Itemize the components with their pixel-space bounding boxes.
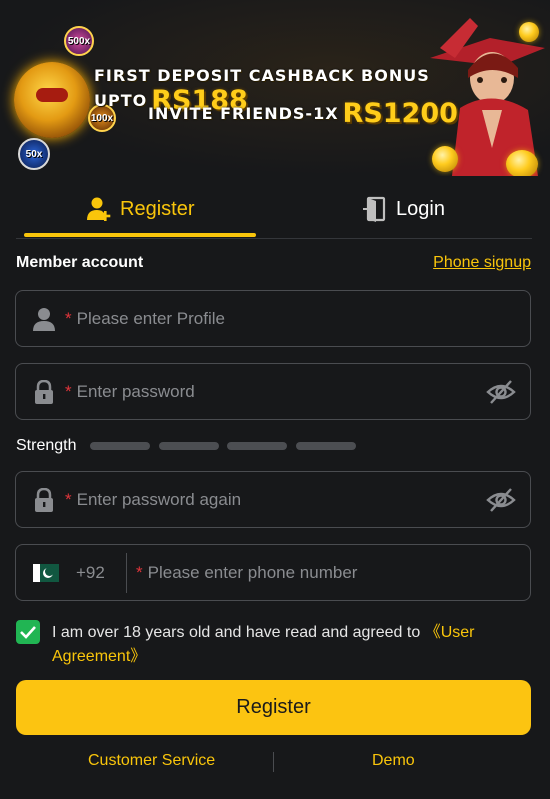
tab-login-label: Login (396, 197, 445, 220)
profile-placeholder-text: Please enter Profile (76, 309, 225, 328)
eye-off-icon[interactable] (486, 487, 516, 513)
golden-mask-image (14, 62, 90, 138)
password-placeholder: * Enter password (65, 382, 195, 402)
multiplier-chip-500: 500x (64, 26, 94, 56)
register-button[interactable]: Register (16, 680, 531, 735)
phone-signup-link[interactable]: Phone signup (433, 254, 531, 272)
required-mark: * (65, 490, 72, 509)
required-mark: * (65, 309, 72, 328)
lock-icon (35, 380, 53, 404)
lock-icon (35, 488, 53, 512)
strength-label: Strength (16, 437, 77, 454)
password-placeholder-text: Enter password (76, 382, 195, 401)
login-door-icon (363, 196, 386, 222)
checkmark-icon (20, 626, 36, 639)
dial-code-selector[interactable]: +92 (76, 563, 105, 583)
section-title: Member account (16, 254, 144, 271)
multiplier-chip-50: 50x (18, 138, 50, 170)
agreement-statement: I am over 18 years old and have read and… (52, 624, 425, 641)
gold-coin-icon (519, 22, 539, 42)
strength-segment (90, 442, 150, 450)
strength-segment (296, 442, 356, 450)
demo-link[interactable]: Demo (372, 752, 415, 770)
phone-placeholder: * Please enter phone number (136, 563, 357, 583)
tab-register[interactable]: Register (86, 183, 194, 235)
user-icon (33, 308, 55, 331)
profile-placeholder: * Please enter Profile (65, 309, 225, 329)
customer-service-link[interactable]: Customer Service (88, 752, 215, 770)
tab-login[interactable]: Login (362, 183, 445, 235)
confirm-password-placeholder: * Enter password again (65, 490, 241, 510)
banner-invite-line: INVITE FRIENDS-1X RS1200 (148, 98, 458, 129)
gold-coin-icon (432, 146, 458, 172)
gold-coin-icon (506, 150, 538, 176)
password-field[interactable]: * Enter password (15, 363, 531, 420)
footer-divider (273, 752, 274, 772)
eye-off-icon[interactable] (486, 379, 516, 405)
profile-field[interactable]: * Please enter Profile (15, 290, 531, 347)
phone-field[interactable]: +92 * Please enter phone number (15, 544, 531, 601)
member-account-header: Member account Phone signup (16, 254, 531, 276)
agreement-checkbox[interactable] (16, 620, 40, 644)
required-mark: * (136, 563, 143, 582)
confirm-password-field[interactable]: * Enter password again (15, 471, 531, 528)
active-tab-indicator (24, 233, 256, 237)
strength-segment (159, 442, 219, 450)
dial-divider (126, 553, 127, 593)
password-strength: Strength (16, 436, 416, 456)
confirm-password-placeholder-text: Enter password again (76, 490, 242, 509)
auth-tabs: Register Login (16, 183, 532, 239)
promo-banner[interactable]: 500x 100x 50x FIRST DEPOSIT CASHBACK BON… (0, 0, 550, 176)
banner-invite-text: INVITE FRIENDS-1X (148, 104, 339, 123)
phone-placeholder-text: Please enter phone number (147, 563, 358, 582)
tab-register-label: Register (120, 197, 195, 220)
add-user-icon (87, 197, 111, 221)
required-mark: * (65, 382, 72, 401)
strength-segment (227, 442, 287, 450)
agreement-text: I am over 18 years old and have read and… (52, 621, 522, 669)
pakistan-flag-icon[interactable] (33, 564, 59, 582)
